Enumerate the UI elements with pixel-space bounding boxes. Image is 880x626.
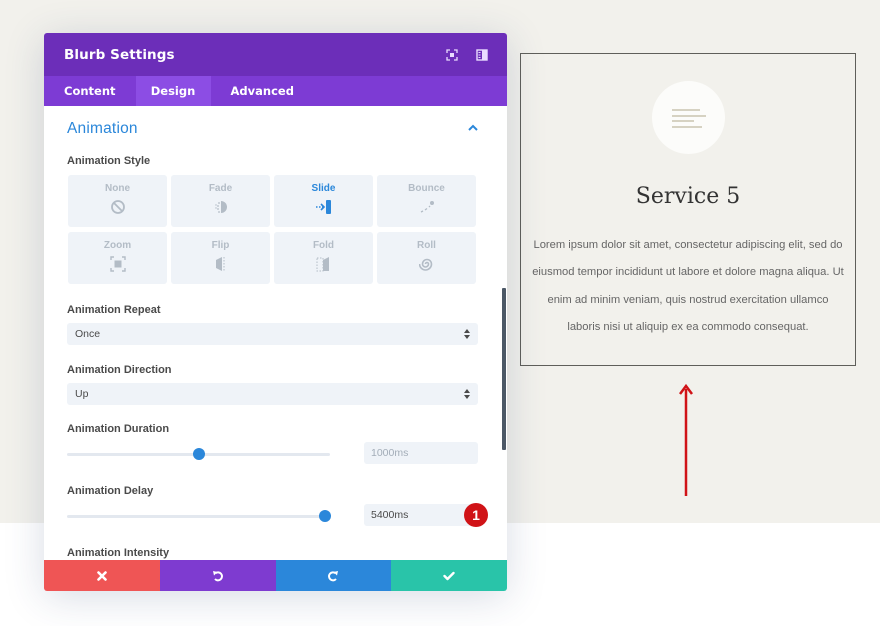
style-option-fade[interactable]: Fade xyxy=(171,175,270,227)
modal-footer xyxy=(44,560,507,591)
redo-icon xyxy=(328,570,339,581)
text-align-left-icon xyxy=(671,108,706,128)
animation-delay-label: Animation Delay xyxy=(67,485,154,497)
blurb-settings-modal: Blurb Settings Content Design Advanced A… xyxy=(44,33,507,591)
animation-duration-input[interactable]: 1000ms xyxy=(364,442,478,464)
blurb-module-preview[interactable]: Service 5 Lorem ipsum dolor sit amet, co… xyxy=(520,53,856,366)
blurb-body-text: Lorem ipsum dolor sit amet, consectetur … xyxy=(532,239,844,333)
style-option-zoom[interactable]: Zoom xyxy=(68,232,167,284)
save-button[interactable] xyxy=(391,560,507,591)
fade-icon xyxy=(212,198,230,216)
animation-delay-slider[interactable] xyxy=(67,509,331,523)
tab-design[interactable]: Design xyxy=(135,76,211,106)
option-label: None xyxy=(105,183,130,194)
sidebar-layout-icon[interactable] xyxy=(475,48,489,62)
style-option-roll[interactable]: Roll xyxy=(377,232,476,284)
slider-thumb[interactable] xyxy=(318,510,331,522)
animation-repeat-label: Animation Repeat xyxy=(67,304,161,316)
animation-repeat-select[interactable]: Once xyxy=(67,323,478,345)
settings-body: Animation Animation Style None Fade Slid… xyxy=(44,106,507,560)
option-label: Flip xyxy=(211,240,230,251)
modal-title: Blurb Settings xyxy=(64,46,175,63)
none-icon xyxy=(109,198,127,216)
animation-direction-value: Up xyxy=(75,388,89,400)
slide-icon xyxy=(315,198,333,216)
chevron-up-icon[interactable] xyxy=(467,123,479,133)
redo-button[interactable] xyxy=(275,560,392,591)
flip-icon xyxy=(212,255,230,273)
roll-icon xyxy=(418,255,436,273)
animation-style-label: Animation Style xyxy=(67,155,151,167)
style-option-fold[interactable]: Fold xyxy=(274,232,373,284)
annotation-badge: 1 xyxy=(464,503,488,527)
fullscreen-icon[interactable] xyxy=(445,48,459,62)
slider-thumb[interactable] xyxy=(192,448,205,460)
tab-content[interactable]: Content xyxy=(44,76,136,106)
animation-duration-slider[interactable] xyxy=(67,447,330,461)
settings-tabs: Content Design Advanced xyxy=(44,76,507,106)
animation-style-grid: None Fade Slide Bounce Zoom Flip Fold Ro… xyxy=(68,175,478,284)
up-arrow-icon xyxy=(679,383,693,496)
undo-button[interactable] xyxy=(159,560,276,591)
option-label: Fold xyxy=(312,240,335,251)
option-label: Roll xyxy=(417,240,436,251)
select-arrows-icon xyxy=(464,389,470,399)
scrollbar-thumb[interactable] xyxy=(502,288,506,450)
modal-header: Blurb Settings xyxy=(44,33,507,76)
discard-button[interactable] xyxy=(44,560,160,591)
tab-advanced[interactable]: Advanced xyxy=(211,76,314,106)
animation-intensity-label: Animation Intensity xyxy=(67,547,170,559)
option-label: Bounce xyxy=(408,183,445,194)
animation-direction-select[interactable]: Up xyxy=(67,383,478,405)
section-title-animation[interactable]: Animation xyxy=(67,120,138,138)
style-option-none[interactable]: None xyxy=(68,175,167,227)
option-label: Zoom xyxy=(103,240,132,251)
blurb-title: Service 5 xyxy=(635,184,741,209)
animation-duration-label: Animation Duration xyxy=(67,423,170,435)
close-icon xyxy=(97,570,107,581)
style-option-bounce[interactable]: Bounce xyxy=(377,175,476,227)
fold-icon xyxy=(315,255,333,273)
option-label: Slide xyxy=(311,183,336,194)
select-arrows-icon xyxy=(464,329,470,339)
animation-delay-input[interactable]: 5400ms xyxy=(364,504,478,526)
undo-icon xyxy=(212,570,223,581)
blurb-icon-circle xyxy=(652,81,725,154)
option-label: Fade xyxy=(208,183,233,194)
style-option-slide[interactable]: Slide xyxy=(274,175,373,227)
bounce-icon xyxy=(418,198,436,216)
slider-track xyxy=(67,515,330,518)
style-option-flip[interactable]: Flip xyxy=(171,232,270,284)
zoom-icon xyxy=(109,255,127,273)
check-icon xyxy=(443,571,455,580)
animation-direction-label: Animation Direction xyxy=(67,364,172,376)
animation-repeat-value: Once xyxy=(75,328,101,340)
